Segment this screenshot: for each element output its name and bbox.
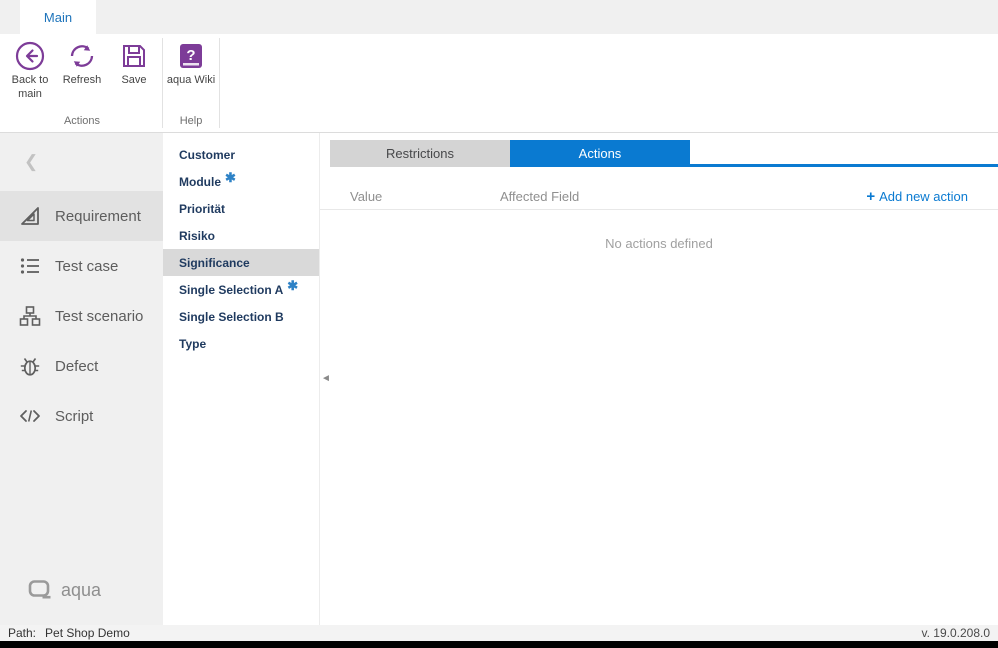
field-label: Priorität <box>179 202 225 216</box>
field-label: Type <box>179 337 206 351</box>
refresh-icon <box>66 40 98 72</box>
bottom-black-bar <box>0 641 998 648</box>
field-item-risiko[interactable]: Risiko <box>163 222 319 249</box>
field-item-single-selection-b[interactable]: Single Selection B <box>163 303 319 330</box>
column-header-affected-field: Affected Field <box>500 189 866 204</box>
field-list: Customer Module ✱ Priorität Risiko Signi… <box>163 133 320 625</box>
back-circle-icon <box>14 40 46 72</box>
aqua-logo-icon <box>28 579 53 601</box>
sidebar: ❮ Requirement Test case <box>0 133 163 625</box>
ribbon-group-actions: Back to main Refresh <box>4 34 160 132</box>
aqua-logo: aqua <box>0 579 163 625</box>
hierarchy-icon <box>18 304 42 328</box>
main-panel: ◄ Restrictions Actions Value Affected Fi… <box>320 133 998 625</box>
aqua-logo-text: aqua <box>61 580 101 601</box>
button-label: aqua Wiki <box>167 74 215 88</box>
group-label-help: Help <box>165 115 217 132</box>
field-item-single-selection-a[interactable]: Single Selection A ✱ <box>163 276 319 303</box>
aqua-wiki-button[interactable]: ? aqua Wiki <box>165 34 217 115</box>
panel-splitter-collapse-icon[interactable]: ◄ <box>321 373 331 384</box>
sidebar-item-label: Test scenario <box>55 308 143 325</box>
path-label: Path: <box>8 626 36 640</box>
field-item-prioritaet[interactable]: Priorität <box>163 195 319 222</box>
status-bar: Path: Pet Shop Demo v. 19.0.208.0 <box>0 625 998 641</box>
bug-icon <box>18 354 42 378</box>
main-tabs: Restrictions Actions <box>320 140 998 167</box>
group-separator <box>219 38 220 128</box>
field-item-customer[interactable]: Customer <box>163 141 319 168</box>
wiki-question-icon: ? <box>175 40 207 72</box>
set-square-icon <box>18 204 42 228</box>
save-floppy-icon <box>118 40 150 72</box>
required-asterisk: ✱ <box>287 278 298 294</box>
sidebar-collapse-button[interactable]: ❮ <box>0 133 163 191</box>
column-header-value: Value <box>320 189 500 204</box>
sidebar-item-label: Defect <box>55 358 98 375</box>
field-item-module[interactable]: Module ✱ <box>163 168 319 195</box>
path-display: Path: Pet Shop Demo <box>8 626 130 640</box>
empty-state-message: No actions defined <box>320 236 998 251</box>
sidebar-item-label: Script <box>55 408 93 425</box>
back-to-main-button[interactable]: Back to main <box>4 34 56 115</box>
sidebar-item-label: Requirement <box>55 208 141 225</box>
add-new-action-label: Add new action <box>879 189 968 204</box>
sidebar-item-requirement[interactable]: Requirement <box>0 191 163 241</box>
tab-restrictions[interactable]: Restrictions <box>330 140 510 167</box>
svg-text:?: ? <box>186 47 195 64</box>
ribbon: Back to main Refresh <box>0 34 998 133</box>
save-button[interactable]: Save <box>108 34 160 115</box>
refresh-button[interactable]: Refresh <box>56 34 108 115</box>
tab-main[interactable]: Main <box>20 0 96 34</box>
plus-icon: + <box>866 188 875 205</box>
tab-actions[interactable]: Actions <box>510 140 690 167</box>
sidebar-item-script[interactable]: Script <box>0 391 163 441</box>
field-label: Risiko <box>179 229 215 243</box>
field-item-type[interactable]: Type <box>163 330 319 357</box>
tabs-spacer <box>320 140 330 167</box>
sidebar-item-test-case[interactable]: Test case <box>0 241 163 291</box>
tabs-underline <box>690 140 998 167</box>
group-separator <box>162 38 163 128</box>
button-label: Refresh <box>63 74 102 88</box>
field-label: Single Selection B <box>179 310 284 324</box>
actions-table-header: Value Affected Field + Add new action <box>320 184 998 210</box>
sidebar-item-defect[interactable]: Defect <box>0 341 163 391</box>
sidebar-item-test-scenario[interactable]: Test scenario <box>0 291 163 341</box>
add-new-action-link[interactable]: + Add new action <box>866 188 998 205</box>
field-item-significance[interactable]: Significance <box>163 249 319 276</box>
ribbon-tab-strip: Main <box>0 0 998 34</box>
sidebar-item-label: Test case <box>55 258 118 275</box>
path-value: Pet Shop Demo <box>45 626 130 640</box>
field-label: Customer <box>179 148 235 162</box>
chevron-left-icon: ❮ <box>24 152 38 172</box>
field-label: Module <box>179 175 221 189</box>
button-label: Back to main <box>4 74 56 102</box>
field-label: Single Selection A <box>179 283 283 297</box>
group-label-actions: Actions <box>4 115 160 132</box>
list-icon <box>18 254 42 278</box>
content-area: ❮ Requirement Test case <box>0 133 998 625</box>
ribbon-group-help: ? aqua Wiki Help <box>165 34 217 132</box>
field-label: Significance <box>179 256 250 270</box>
required-asterisk: ✱ <box>225 170 236 186</box>
code-icon <box>18 404 42 428</box>
button-label: Save <box>121 74 146 88</box>
version-label: v. 19.0.208.0 <box>922 626 991 640</box>
